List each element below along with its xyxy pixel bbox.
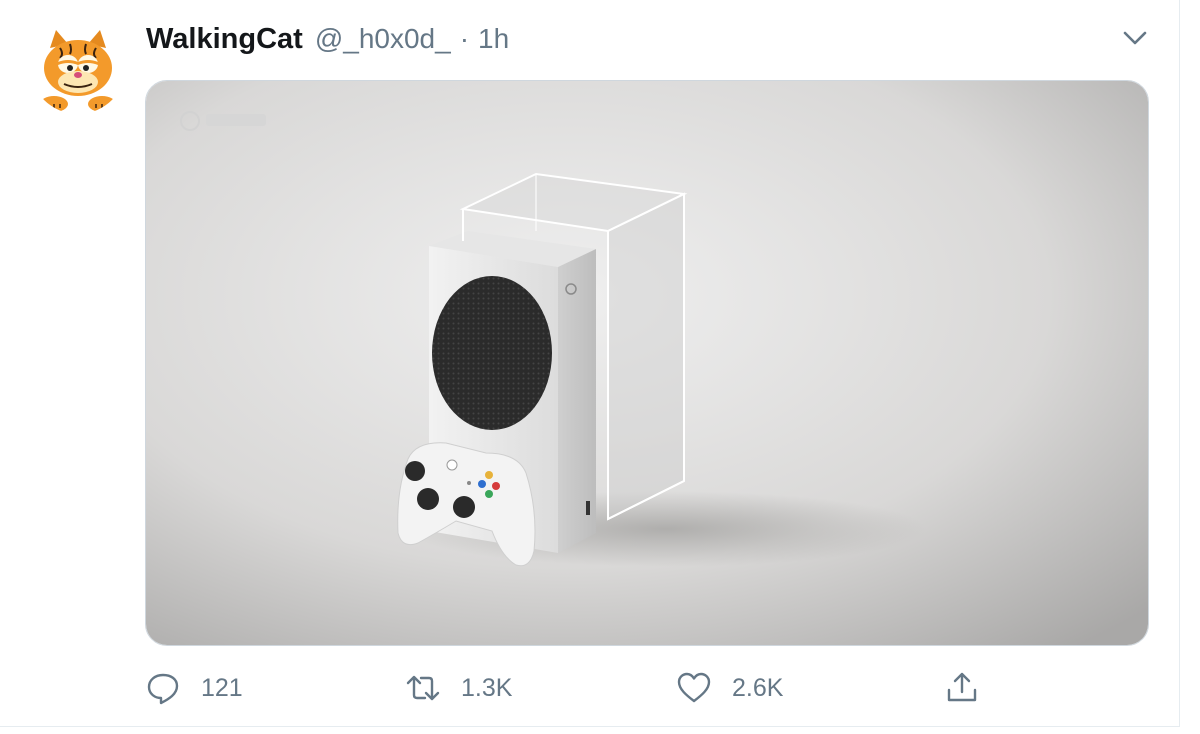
share-icon <box>947 672 977 702</box>
author-handle[interactable]: @_h0x0d_ <box>315 23 451 55</box>
like-count: 2.6K <box>732 673 784 702</box>
garfield-avatar-icon <box>30 18 126 114</box>
tweet[interactable]: WalkingCat @_h0x0d_ · 1h 121 1.3K 2.6K <box>0 0 1180 727</box>
chevron-down-icon <box>1123 31 1147 45</box>
console-photo <box>146 81 1148 645</box>
tweet-header: WalkingCat @_h0x0d_ · 1h <box>146 20 509 58</box>
tweet-media[interactable] <box>145 80 1149 646</box>
retweet-button[interactable]: 1.3K <box>405 665 512 711</box>
reply-icon <box>147 673 179 705</box>
like-button[interactable]: 2.6K <box>676 665 783 711</box>
separator-dot: · <box>459 23 470 54</box>
more-options-button[interactable] <box>1118 24 1152 52</box>
tweet-actions: 121 1.3K 2.6K <box>0 665 1180 711</box>
retweet-count: 1.3K <box>461 673 513 702</box>
tweet-timestamp[interactable]: 1h <box>478 23 509 55</box>
share-button[interactable] <box>944 665 980 711</box>
retweet-icon <box>406 675 440 701</box>
heart-icon <box>677 672 711 703</box>
reply-button[interactable]: 121 <box>145 665 243 711</box>
author-name[interactable]: WalkingCat <box>146 23 303 56</box>
reply-count: 121 <box>201 673 243 702</box>
avatar[interactable] <box>30 18 126 114</box>
